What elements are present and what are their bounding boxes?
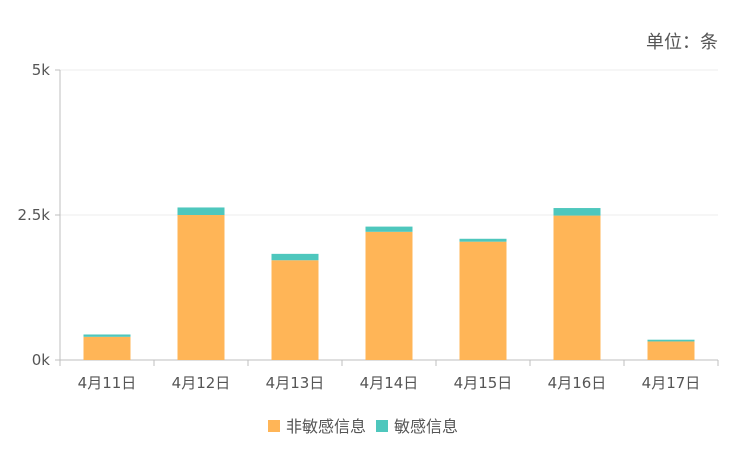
bar-sensitive [271, 253, 319, 261]
x-tick-labels: 4月11日 4月12日 4月13日 4月14日 4月15日 4月16日 4月17日 [78, 374, 701, 392]
x-tick-label: 4月16日 [548, 374, 607, 392]
bar-non-sensitive [83, 336, 131, 360]
x-tick-label: 4月17日 [642, 374, 701, 392]
legend-swatch [268, 420, 280, 432]
bar-non-sensitive [271, 260, 319, 360]
bar-non-sensitive [177, 215, 225, 360]
chart-svg: 单位：条 4月11日 4月12日 4月13日 4月14日 4月15日 4月16日 4月17日… [17, 32, 719, 436]
x-tick-label: 4月11日 [78, 374, 137, 392]
grid [60, 69, 718, 216]
legend: 非敏感信息 敏感信息 [268, 417, 458, 436]
chart: 单位：条 4月11日 4月12日 4月13日 4月14日 4月15日 4月16日 4月17日… [0, 0, 741, 457]
bar-sensitive [553, 208, 601, 216]
bar-sensitive [177, 207, 225, 215]
y-tick-label: 0k [32, 351, 51, 369]
bars [83, 207, 695, 360]
bar-sensitive [83, 334, 131, 337]
x-tick-label: 4月14日 [360, 374, 419, 392]
y-tick-label: 2.5k [17, 206, 50, 224]
bar-non-sensitive [365, 231, 413, 360]
legend-label: 敏感信息 [394, 417, 458, 436]
y-tick-labels: 0k 2.5k 5k [17, 61, 50, 369]
x-tick-label: 4月15日 [454, 374, 513, 392]
x-tick-label: 4月13日 [266, 374, 325, 392]
y-tick-label: 5k [32, 61, 51, 79]
legend-label: 非敏感信息 [286, 417, 366, 436]
bar-sensitive [459, 238, 507, 242]
bar-non-sensitive [553, 215, 601, 360]
bar-sensitive [365, 226, 413, 232]
unit-label: 单位：条 [646, 32, 718, 53]
bar-sensitive [647, 339, 695, 342]
bar-non-sensitive [647, 341, 695, 360]
bar-non-sensitive [459, 241, 507, 360]
legend-swatch [376, 420, 388, 432]
x-tick-label: 4月12日 [172, 374, 231, 392]
